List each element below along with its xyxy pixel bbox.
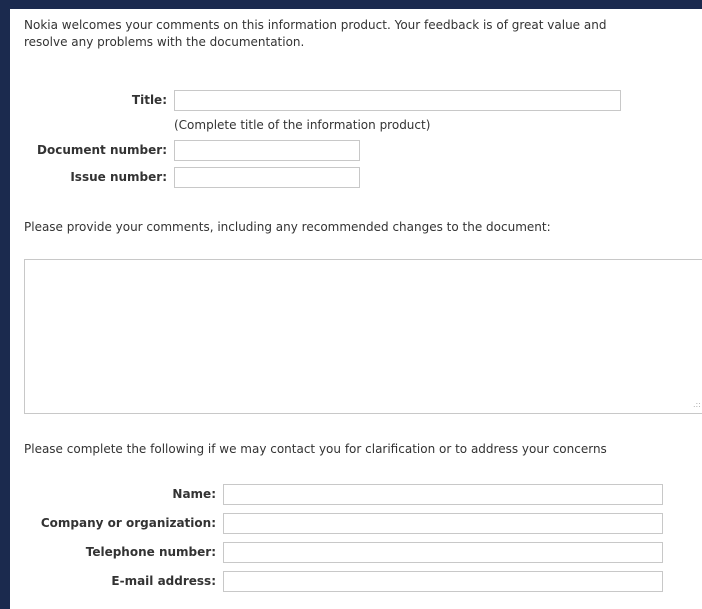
name-label: Name: [172, 487, 216, 501]
telephone-label: Telephone number: [85, 545, 216, 559]
title-label: Title: [131, 93, 167, 107]
company-label: Company or organization: [40, 516, 216, 530]
title-hint: (Complete title of the information produ… [174, 118, 431, 132]
document-number-input[interactable] [174, 140, 360, 161]
telephone-input[interactable] [223, 542, 663, 563]
issue-number-input[interactable] [174, 167, 360, 188]
name-input[interactable] [223, 484, 663, 505]
intro-line-2: resolve any problems with the documentat… [24, 35, 305, 49]
resize-grip-icon[interactable]: .:: [693, 401, 701, 409]
issue-number-label: Issue number: [70, 170, 167, 184]
title-input[interactable] [174, 90, 621, 111]
comments-prompt: Please provide your comments, including … [24, 220, 551, 234]
feedback-form: Nokia welcomes your comments on this inf… [10, 9, 702, 609]
comments-textarea[interactable] [24, 259, 702, 414]
contact-prompt: Please complete the following if we may … [24, 442, 607, 456]
email-label: E-mail address: [111, 574, 216, 588]
intro-text: Nokia welcomes your comments on this inf… [24, 17, 702, 51]
intro-line-1: Nokia welcomes your comments on this inf… [24, 18, 607, 32]
document-number-label: Document number: [37, 143, 167, 157]
email-input[interactable] [223, 571, 663, 592]
company-input[interactable] [223, 513, 663, 534]
